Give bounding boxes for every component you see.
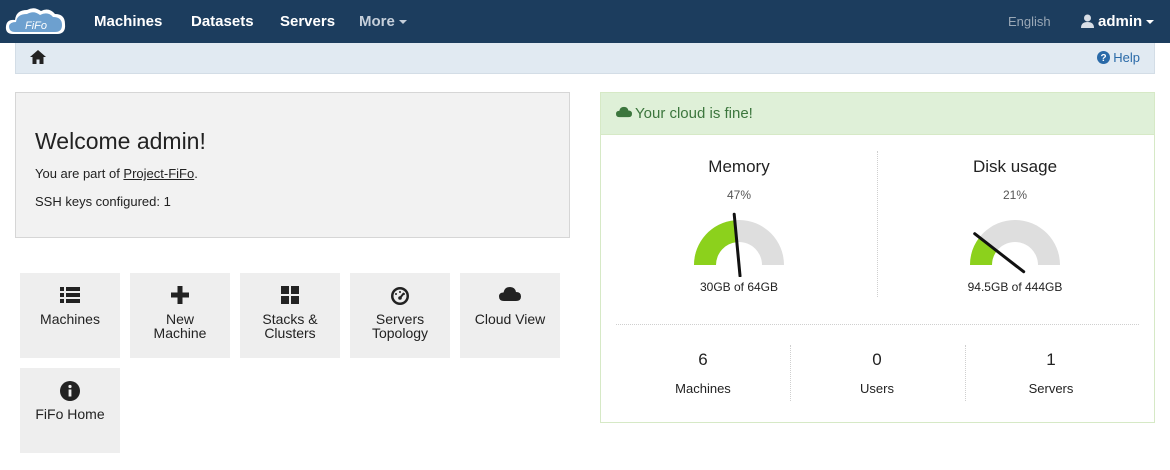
stat-divider xyxy=(965,345,966,401)
stat-divider xyxy=(790,345,791,401)
welcome-panel: Welcome admin! You are part of Project-F… xyxy=(15,92,570,238)
disk-title: Disk usage xyxy=(972,157,1058,176)
memory-caption: 30GB of 64GB xyxy=(699,280,779,294)
stat-servers-value: 1 xyxy=(1046,350,1056,369)
dashboard-icon xyxy=(391,287,409,305)
tile-label-line1: Servers xyxy=(375,311,425,327)
language-selector[interactable]: English xyxy=(1008,0,1051,43)
nav-datasets[interactable]: Datasets xyxy=(191,0,254,43)
list-icon xyxy=(60,287,80,303)
status-header: Your cloud is fine! xyxy=(601,93,1154,135)
help-link[interactable]: ? Help xyxy=(1097,43,1140,73)
tile-cloud-view[interactable]: Cloud View xyxy=(460,273,560,358)
stat-users-label: Users xyxy=(860,381,894,396)
stat-machines-value: 6 xyxy=(698,350,708,369)
tile-stacks-clusters[interactable]: Stacks & Clusters xyxy=(240,273,340,358)
top-navbar: FiFo Machines Datasets Servers More Engl… xyxy=(0,0,1170,43)
grid-icon xyxy=(281,286,299,304)
svg-text:?: ? xyxy=(1101,53,1107,64)
help-label: Help xyxy=(1113,50,1140,65)
nav-more-dropdown[interactable]: More xyxy=(359,0,407,43)
home-icon[interactable] xyxy=(30,50,46,64)
user-menu[interactable]: admin xyxy=(1081,0,1155,43)
stats-divider xyxy=(616,324,1139,325)
gauge-divider xyxy=(877,151,878,297)
disk-percent: 21% xyxy=(1002,188,1028,202)
chevron-down-icon xyxy=(1146,20,1155,25)
tile-label: Machines xyxy=(40,311,100,327)
org-prefix: You are part of xyxy=(35,166,124,181)
tile-fifo-home[interactable]: FiFo Home xyxy=(20,368,120,453)
welcome-title: Welcome admin! xyxy=(35,128,206,154)
memory-gauge xyxy=(694,212,784,277)
user-icon xyxy=(1081,14,1094,28)
org-membership-text: You are part of Project-FiFo. xyxy=(35,166,198,181)
fifo-cloud-logo[interactable]: FiFo xyxy=(3,4,69,38)
stat-machines-label: Machines xyxy=(675,381,731,396)
tile-label: Cloud View xyxy=(474,311,546,327)
cloud-icon xyxy=(616,106,632,118)
tile-label: FiFo Home xyxy=(35,406,105,422)
ssh-keys-text: SSH keys configured: 1 xyxy=(35,194,171,209)
disk-gauge xyxy=(970,220,1060,274)
tile-servers-topology[interactable]: Servers Topology xyxy=(350,273,450,358)
status-message: Your cloud is fine! xyxy=(635,105,753,122)
cloud-status-panel: Your cloud is fine! Memory 47% 30GB of 6… xyxy=(600,92,1155,423)
breadcrumb: ? Help xyxy=(15,43,1155,74)
tile-new-machine[interactable]: New Machine xyxy=(130,273,230,358)
stat-users-value: 0 xyxy=(872,350,882,369)
memory-title: Memory xyxy=(708,157,770,176)
plus-icon xyxy=(171,286,189,304)
question-icon: ? xyxy=(1097,51,1111,64)
logo-text: FiFo xyxy=(25,20,47,32)
stat-servers-label: Servers xyxy=(1028,381,1074,396)
gauge-fill xyxy=(694,220,737,265)
info-icon xyxy=(60,381,80,401)
tile-machines[interactable]: Machines xyxy=(20,273,120,358)
user-name: admin xyxy=(1098,13,1143,30)
org-suffix: . xyxy=(194,166,198,181)
tile-label-line2: Topology xyxy=(371,325,429,341)
tile-label-line1: Stacks & xyxy=(262,311,318,327)
tile-label-line1: New xyxy=(165,311,194,327)
nav-servers[interactable]: Servers xyxy=(280,0,335,43)
cloud-icon xyxy=(499,287,521,301)
org-link[interactable]: Project-FiFo xyxy=(123,166,194,181)
memory-percent: 47% xyxy=(726,188,752,202)
nav-machines[interactable]: Machines xyxy=(94,0,162,43)
disk-caption: 94.5GB of 444GB xyxy=(967,280,1063,294)
nav-more-label: More xyxy=(359,13,395,30)
tile-label-line2: Clusters xyxy=(264,325,316,341)
tile-label-line2: Machine xyxy=(153,325,207,341)
chevron-down-icon xyxy=(398,20,407,25)
